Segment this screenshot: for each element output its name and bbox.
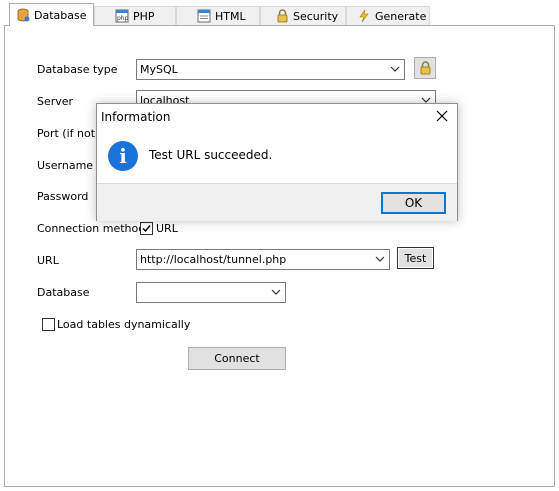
tab-database[interactable]: Database xyxy=(9,3,94,26)
username-label: Username xyxy=(37,159,94,172)
lightning-icon xyxy=(357,9,371,23)
server-label: Server xyxy=(37,95,74,108)
database-select[interactable] xyxy=(136,282,286,303)
url-checkbox-label: URL xyxy=(156,222,178,235)
database-label: Database xyxy=(37,286,90,299)
url-label: URL xyxy=(37,254,59,267)
dialog-footer: OK xyxy=(97,183,457,221)
tab-label: Database xyxy=(34,8,87,22)
html-icon xyxy=(197,9,211,23)
url-checkbox[interactable] xyxy=(140,222,153,235)
dialog-message: Test URL succeeded. xyxy=(149,148,273,162)
tab-php[interactable]: php PHP xyxy=(94,6,176,25)
chevron-down-icon xyxy=(271,289,281,295)
tab-security[interactable]: Security xyxy=(260,6,346,25)
tab-label: PHP xyxy=(133,9,155,23)
database-type-value: MySQL xyxy=(140,63,178,76)
database-type-select[interactable]: MySQL xyxy=(136,59,405,80)
test-button[interactable]: Test xyxy=(397,247,434,269)
tab-label: Generate xyxy=(375,9,427,23)
database-type-label: Database type xyxy=(37,63,118,76)
ok-button-label: OK xyxy=(404,196,423,210)
connect-button-label: Connect xyxy=(214,352,260,365)
lock-icon xyxy=(420,61,430,75)
checkmark-icon xyxy=(142,225,151,233)
chevron-down-icon xyxy=(375,256,385,262)
database-icon xyxy=(16,8,30,22)
ok-button[interactable]: OK xyxy=(381,192,446,214)
test-button-label: Test xyxy=(404,251,427,265)
information-dialog: Information i Test URL succeeded. OK xyxy=(96,103,458,221)
svg-text:php: php xyxy=(117,15,129,22)
chevron-down-icon xyxy=(390,66,400,72)
lock-icon xyxy=(275,9,289,23)
tab-label: HTML xyxy=(215,9,246,23)
load-tables-checkbox[interactable] xyxy=(42,318,55,331)
url-value: http://localhost/tunnel.php xyxy=(140,253,287,266)
tab-html[interactable]: HTML xyxy=(176,6,260,25)
load-tables-label: Load tables dynamically xyxy=(57,318,191,331)
tab-generate[interactable]: Generate xyxy=(346,6,430,25)
security-lock-button[interactable] xyxy=(414,57,436,79)
php-icon: php xyxy=(115,9,129,23)
tab-label: Security xyxy=(293,9,339,23)
password-label: Password xyxy=(37,190,89,203)
close-icon[interactable] xyxy=(435,109,449,123)
connection-method-label: Connection method xyxy=(37,222,146,235)
url-select[interactable]: http://localhost/tunnel.php xyxy=(136,249,390,270)
dialog-title: Information xyxy=(101,110,171,124)
info-icon: i xyxy=(108,141,138,171)
connect-button[interactable]: Connect xyxy=(188,347,286,370)
